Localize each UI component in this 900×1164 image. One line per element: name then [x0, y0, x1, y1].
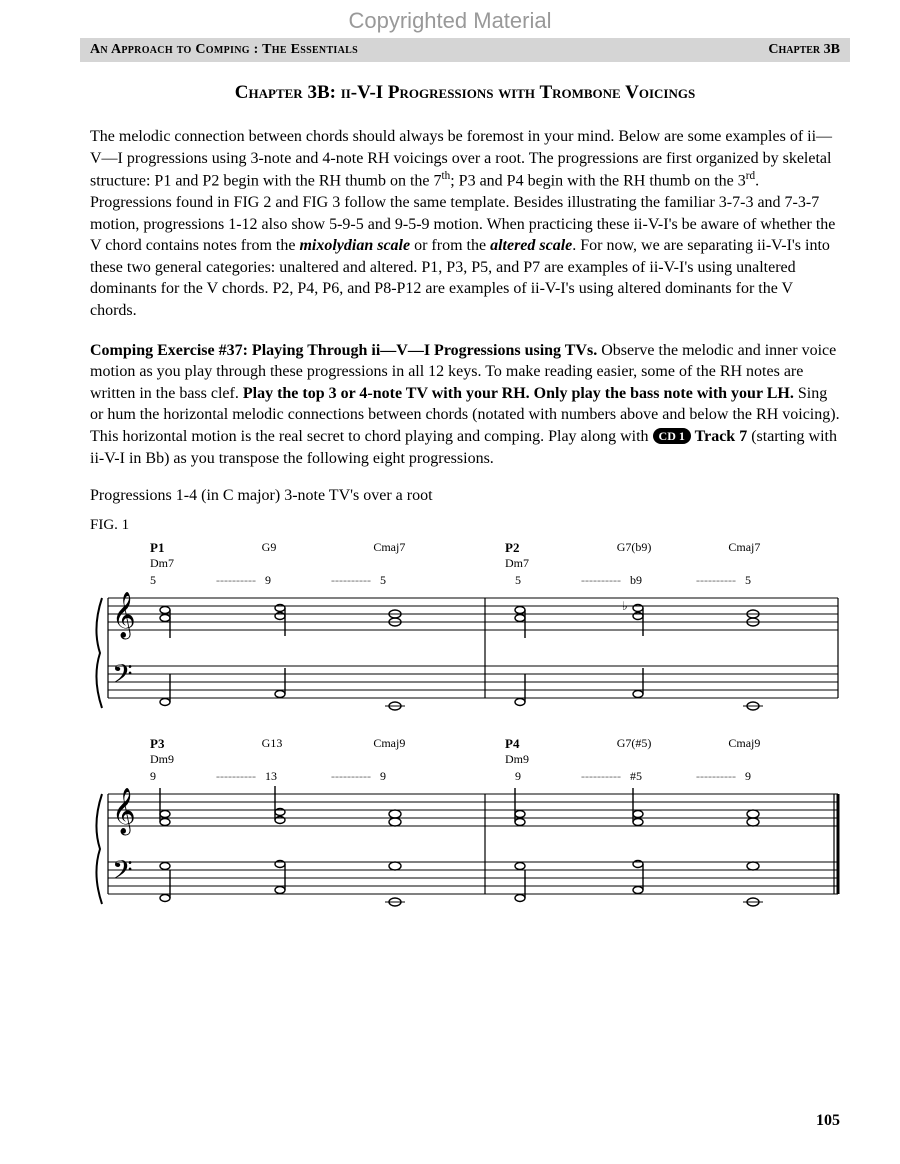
- voice-num: 5: [745, 573, 802, 588]
- staff-system-1: P1Dm7 G9 Cmaj7 P2Dm7 G7(b9) Cmaj7 5-----…: [90, 540, 840, 718]
- p1-sup2: rd: [746, 170, 755, 182]
- header-left: An Approach to Comping : The Essentials: [90, 42, 358, 58]
- figure-label: FIG. 1: [90, 517, 840, 534]
- p-label: P2: [505, 540, 617, 556]
- svg-text:♭: ♭: [622, 599, 628, 613]
- voice-num: 13: [265, 769, 322, 784]
- chord-name: Dm7: [150, 556, 262, 571]
- voice-num: 5: [515, 573, 572, 588]
- header-right: Chapter 3B: [768, 42, 840, 58]
- svg-text:𝄢: 𝄢: [112, 659, 133, 695]
- chord-name: Dm9: [505, 752, 617, 767]
- chord-name: Cmaj7: [728, 540, 840, 555]
- paragraph-2: Comping Exercise #37: Playing Through ii…: [90, 340, 840, 470]
- watermark-text: Copyrighted Material: [0, 0, 900, 38]
- p1-sup1: th: [442, 170, 451, 182]
- svg-text:𝄞: 𝄞: [112, 592, 136, 640]
- grand-staff-1: 𝄞 𝄢 ♭: [90, 588, 840, 718]
- p1-bi1: mixolydian scale: [299, 237, 410, 254]
- chord-labels-row-2: P3Dm9 G13 Cmaj9 P4Dm9 G7(#5) Cmaj9: [150, 736, 840, 767]
- voice-num: 9: [380, 769, 437, 784]
- voice-num: #5: [630, 769, 687, 784]
- p-label: P4: [505, 736, 617, 752]
- grand-staff-2: 𝄞 𝄢: [90, 784, 840, 914]
- chord-name: Cmaj9: [373, 736, 485, 751]
- chapter-title: Chapter 3B: ii-V-I Progressions with Tro…: [90, 82, 840, 104]
- chord-name: G7(#5): [617, 736, 729, 751]
- staff-system-2: P3Dm9 G13 Cmaj9 P4Dm9 G7(#5) Cmaj9 9----…: [90, 736, 840, 914]
- chord-name: Dm7: [505, 556, 617, 571]
- chord-name: G9: [262, 540, 374, 555]
- p2-b3: Track 7: [691, 428, 747, 445]
- svg-text:𝄢: 𝄢: [112, 855, 133, 891]
- voice-numbers-row-2: 9---------- 13---------- 9 9---------- #…: [150, 769, 840, 784]
- chapter-header-bar: An Approach to Comping : The Essentials …: [80, 38, 850, 62]
- chord-name: Cmaj7: [373, 540, 485, 555]
- p-label: P3: [150, 736, 262, 752]
- chord-name: Cmaj9: [728, 736, 840, 751]
- music-score: P1Dm7 G9 Cmaj7 P2Dm7 G7(b9) Cmaj7 5-----…: [90, 540, 840, 914]
- cd-badge: CD 1: [653, 428, 691, 444]
- page-content: Chapter 3B: ii-V-I Progressions with Tro…: [90, 82, 840, 914]
- page-number: 105: [816, 1112, 840, 1130]
- svg-text:𝄞: 𝄞: [112, 788, 136, 836]
- progressions-caption: Progressions 1-4 (in C major) 3-note TV'…: [90, 487, 840, 505]
- p2-b1: Comping Exercise #37: Playing Through ii…: [90, 342, 597, 359]
- chord-labels-row-1: P1Dm7 G9 Cmaj7 P2Dm7 G7(b9) Cmaj7: [150, 540, 840, 571]
- voice-num: 9: [265, 573, 322, 588]
- voice-num: 5: [380, 573, 437, 588]
- p-label: P1: [150, 540, 262, 556]
- voice-num: 9: [745, 769, 802, 784]
- voice-num: b9: [630, 573, 687, 588]
- p2-b2: Play the top 3 or 4-note TV with your RH…: [243, 385, 794, 402]
- p1-t2: ; P3 and P4 begin with the RH thumb on t…: [450, 173, 746, 190]
- p1-t4: or from the: [410, 237, 490, 254]
- voice-num: 5: [150, 573, 207, 588]
- voice-num: 9: [150, 769, 207, 784]
- paragraph-1: The melodic connection between chords sh…: [90, 126, 840, 322]
- p1-bi2: altered scale: [490, 237, 572, 254]
- voice-num: 9: [515, 769, 572, 784]
- voice-numbers-row-1: 5---------- 9---------- 5 5---------- b9…: [150, 573, 840, 588]
- chord-name: G13: [262, 736, 374, 751]
- chord-name: Dm9: [150, 752, 262, 767]
- chord-name: G7(b9): [617, 540, 729, 555]
